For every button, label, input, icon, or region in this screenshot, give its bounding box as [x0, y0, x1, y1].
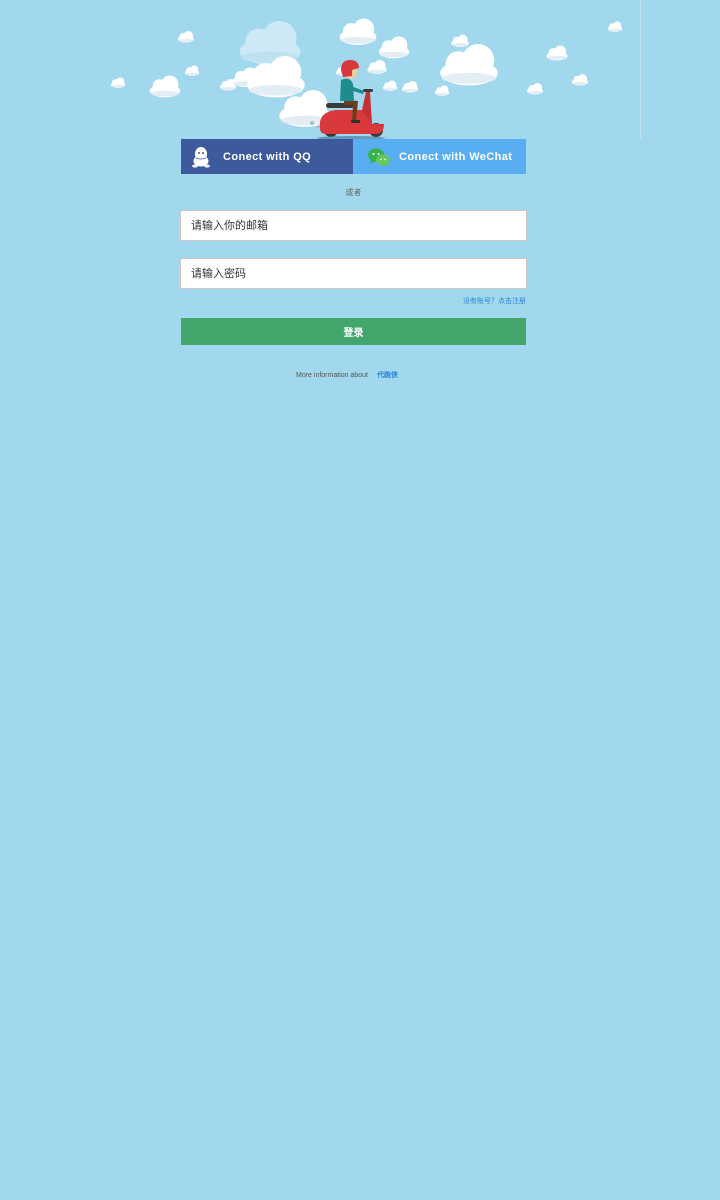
or-divider-text: 或者 [345, 188, 362, 197]
password-field[interactable] [180, 258, 527, 289]
footer-about-link[interactable]: 代跑侠 [377, 372, 398, 379]
hero-illustration [110, 18, 623, 140]
email-field[interactable] [180, 210, 527, 241]
social-login-bar: Conect with QQ Conect with WeChat [181, 139, 526, 174]
window-divider-line [640, 0, 641, 138]
footer: More information about 代跑侠 [296, 370, 398, 380]
connect-qq-button[interactable]: Conect with QQ [181, 139, 353, 174]
login-button[interactable]: 登录 [181, 318, 526, 345]
connect-wechat-label: Conect with WeChat [399, 150, 513, 163]
qq-penguin-icon [189, 145, 213, 169]
connect-qq-label: Conect with QQ [223, 150, 312, 163]
connect-wechat-button[interactable]: Conect with WeChat [353, 139, 526, 174]
footer-text: More information about [296, 372, 368, 379]
register-link[interactable]: 没有账号？点击注册 [463, 296, 526, 306]
wechat-icon [367, 145, 391, 169]
